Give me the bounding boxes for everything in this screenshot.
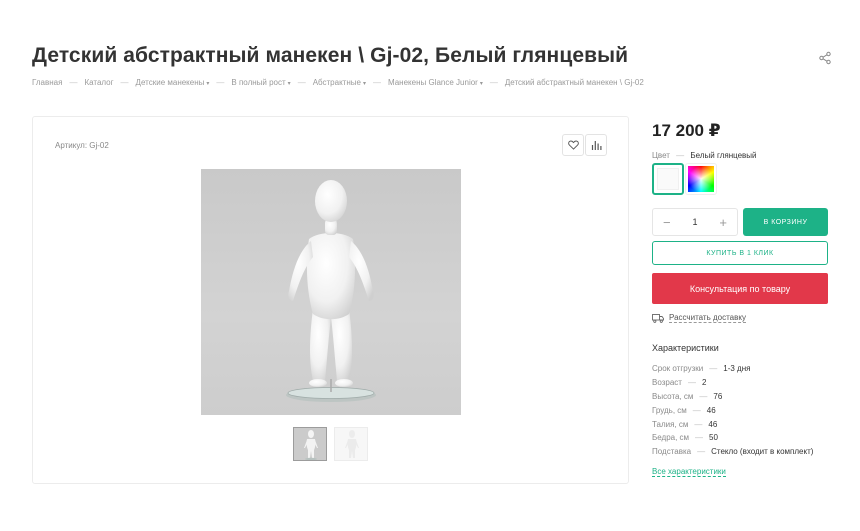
chevron-down-icon: ▾ [206, 81, 210, 87]
spec-separator: — [697, 447, 706, 457]
color-swatch-multicolor[interactable] [685, 163, 717, 195]
color-label: Цвет — Белый глянцевый [652, 151, 757, 160]
spec-name: Талия, см [652, 419, 689, 429]
color-label-separator: — [676, 151, 685, 160]
qty-plus-button[interactable]: + [719, 215, 727, 230]
spec-separator: — [709, 364, 718, 373]
spec-name: Бедра, см [652, 433, 690, 443]
breadcrumb: Главная — Каталог — Детские манекены ▾ — В полн… [32, 78, 644, 87]
spec-row: Подставка — Стекло (входит в комплект) [652, 447, 813, 461]
consultation-button[interactable]: Консультация по товару [652, 273, 828, 304]
chevron-down-icon: ▾ [362, 81, 366, 87]
spec-separator: — [694, 419, 703, 429]
product-main-image[interactable] [201, 169, 461, 415]
spec-name: Грудь, см [652, 405, 687, 415]
qty-value[interactable]: 1 [692, 217, 697, 227]
share-icon[interactable] [818, 51, 832, 65]
compare-bars-icon [591, 141, 601, 150]
breadcrumb-item[interactable]: Каталог [84, 78, 113, 87]
spec-value: 1-3 дня [723, 364, 751, 373]
breadcrumb-item[interactable]: Манекены Glance Junior ▾ [388, 78, 483, 87]
product-price: 17 200 ₽ [652, 121, 721, 140]
qty-minus-button[interactable]: − [663, 215, 671, 230]
delivery-calc-link[interactable]: Рассчитать доставку [652, 313, 746, 323]
breadcrumb-item[interactable]: Детские манекены ▾ [136, 78, 210, 87]
heart-icon [567, 140, 579, 150]
spec-separator: — [695, 433, 704, 443]
favorite-button[interactable] [562, 134, 584, 156]
breadcrumb-item-label: Абстрактные [312, 78, 361, 87]
spec-value: Стекло (входит в комплект) [711, 447, 814, 457]
spec-name: Срок отгрузки [652, 364, 704, 373]
spec-value: 2 [701, 377, 707, 387]
spec-value: 46 [708, 419, 718, 429]
breadcrumb-item-label: Детский абстрактный манекен \ Gj-02 [504, 78, 644, 87]
color-label-name: Цвет [652, 151, 670, 160]
spec-row: Срок отгрузки — 1-3 дня [652, 364, 813, 378]
compare-button[interactable] [585, 134, 607, 156]
sku-label: Артикул: Gj-02 [55, 141, 109, 150]
delivery-calc-label: Рассчитать доставку [669, 313, 746, 323]
spec-row: Высота, см — 76 [652, 392, 813, 406]
chevron-down-icon: ▾ [287, 81, 291, 87]
breadcrumb-item[interactable]: В полный рост ▾ [231, 78, 290, 87]
spec-name: Высота, см [652, 391, 694, 401]
quantity-stepper: − 1 + [652, 208, 738, 236]
breadcrumb-item-label: Манекены Glance Junior [387, 78, 478, 87]
spec-name: Возраст [652, 377, 682, 387]
chevron-down-icon: ▾ [479, 81, 483, 87]
color-swatch-white-glossy[interactable] [652, 163, 684, 195]
spec-row: Талия, см — 46 [652, 420, 813, 434]
gallery-thumbnail[interactable] [334, 427, 368, 461]
spec-name: Подставка [652, 447, 692, 457]
breadcrumb-separator: — [297, 78, 306, 87]
product-gallery-card: Артикул: Gj-02 [32, 116, 629, 484]
breadcrumb-item[interactable]: Абстрактные ▾ [313, 78, 366, 87]
spec-separator: — [692, 405, 701, 415]
spec-value: 46 [706, 405, 716, 415]
breadcrumb-separator: — [69, 78, 78, 87]
all-specs-link[interactable]: Все характеристики [652, 467, 726, 477]
spec-separator: — [699, 391, 708, 401]
breadcrumb-item[interactable]: Детский абстрактный манекен \ Gj-02 [505, 78, 644, 87]
breadcrumb-item[interactable]: Главная [32, 78, 62, 87]
breadcrumb-item-label: Каталог [84, 78, 114, 87]
truck-icon [652, 313, 664, 323]
breadcrumb-item-label: Главная [32, 78, 63, 87]
spec-value: 50 [709, 433, 718, 443]
breadcrumb-separator: — [372, 78, 381, 87]
specs-list: Срок отгрузки —1-3 дня Возраст —2 Высота, см… [652, 364, 813, 461]
product-title: Детский абстрактный манекен \ Gj-02, Бел… [32, 44, 629, 67]
spec-row: Грудь, см — 46 [652, 406, 813, 420]
breadcrumb-item-label: В полный рост [231, 78, 286, 87]
color-label-value: Белый глянцевый [690, 151, 757, 160]
breadcrumb-item-label: Детские манекены [135, 78, 205, 87]
gallery-thumbnail[interactable] [293, 427, 327, 461]
buy-one-click-button[interactable]: КУПИТЬ В 1 КЛИК [652, 241, 828, 265]
breadcrumb-separator: — [120, 78, 129, 87]
breadcrumb-separator: — [489, 78, 498, 87]
specs-title: Характеристики [652, 343, 719, 353]
spec-row: Возраст — 2 [652, 378, 813, 392]
breadcrumb-separator: — [216, 78, 225, 87]
spec-value: 76 [713, 391, 723, 401]
spec-separator: — [687, 377, 696, 387]
spec-row: Бедра, см — 50 [652, 433, 813, 447]
add-to-cart-button[interactable]: В КОРЗИНУ [743, 208, 828, 236]
